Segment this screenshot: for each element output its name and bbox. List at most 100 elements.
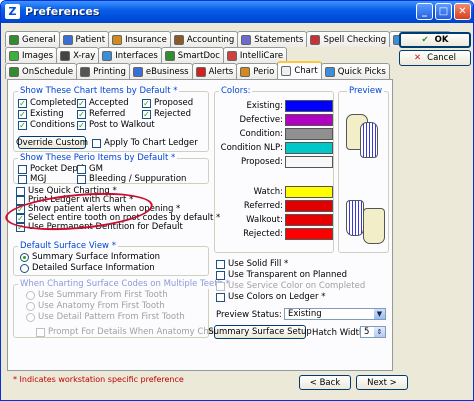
chart-item-conditions-checkbox[interactable]: ✓ Conditions	[18, 120, 75, 130]
tab-label: Perio	[253, 66, 275, 77]
checkmark-icon: ✔	[421, 35, 429, 45]
minimize-button[interactable]: _	[416, 3, 433, 20]
hatch-width-label: Hatch Width:	[312, 328, 368, 338]
tab-insurance[interactable]: Insurance	[108, 31, 171, 47]
setting-use-service-color-on-completed-checkbox[interactable]: Use Service Color on Completed	[216, 281, 365, 291]
color-swatch-existing[interactable]	[285, 100, 333, 112]
color-label-rejected: Rejected:	[243, 229, 283, 239]
checkbox-box[interactable]: ✓	[77, 120, 86, 130]
tab-general[interactable]: General	[5, 31, 60, 47]
checkbox-box[interactable]: ✓	[77, 109, 86, 119]
tab-label: Printing	[93, 66, 126, 77]
close-button[interactable]: ✕	[454, 3, 471, 20]
chevron-down-icon[interactable]: ▼	[374, 309, 385, 319]
footnote: * Indicates workstation specific prefere…	[13, 375, 184, 384]
color-swatch-walkout[interactable]	[285, 214, 333, 226]
summary-surface-setup-button[interactable]: Summary Surface Setup	[208, 325, 312, 339]
tab-images[interactable]: Images	[5, 47, 58, 63]
checkbox-box[interactable]	[18, 174, 27, 184]
radio-button[interactable]	[20, 252, 29, 262]
chart-item-existing-checkbox[interactable]: ✓ Existing	[18, 109, 64, 119]
multi-use-anatomy-from-first-tooth-radio[interactable]: Use Anatomy From First Tooth	[26, 301, 165, 311]
checkbox-box[interactable]	[216, 259, 225, 269]
tab-perio[interactable]: Perio	[236, 63, 279, 79]
checkbox-box[interactable]	[77, 174, 86, 184]
tab-quick-picks[interactable]: Quick Picks	[320, 63, 390, 79]
color-label-defective: Defective:	[239, 115, 284, 125]
setting-use-colors-on-ledger-label: Use Colors on Ledger *	[228, 292, 326, 302]
prompt-details-checkbox[interactable]: Prompt For Details When Anatomy Changes	[36, 327, 234, 337]
surface-view-detailed-surface-information-radio[interactable]: Detailed Surface Information	[20, 263, 155, 273]
title-bar[interactable]: Z Preferences _ □ ✕	[1, 1, 473, 23]
perio-bleeding-suppuration-checkbox[interactable]: Bleeding / Suppuration	[77, 174, 186, 184]
radio-button[interactable]	[20, 263, 29, 273]
tab-printing[interactable]: Printing	[76, 63, 130, 79]
chart-item-post-to-walkout-checkbox[interactable]: ✓ Post to Walkout	[77, 120, 155, 130]
preview-status-dropdown[interactable]: Existing ▼	[284, 308, 386, 320]
tab-statements[interactable]: Statements	[237, 31, 308, 47]
radio-button[interactable]	[26, 301, 35, 311]
tab-smartdoc[interactable]: SmartDoc	[160, 47, 224, 63]
tab-onschedule[interactable]: OnSchedule	[5, 63, 78, 79]
tab-x-ray[interactable]: X-ray	[56, 47, 100, 63]
cancel-button[interactable]: ✕ Cancel	[399, 50, 471, 66]
checkbox-box[interactable]	[216, 281, 225, 291]
chart-item-rejected-checkbox[interactable]: ✓ Rejected	[142, 109, 191, 119]
surface-view-summary-surface-information-radio[interactable]: Summary Surface Information	[20, 252, 160, 262]
checkbox-box[interactable]	[216, 270, 225, 280]
color-swatch-defective[interactable]	[285, 114, 333, 126]
radio-button[interactable]	[26, 290, 35, 300]
tab-chart[interactable]: Chart	[277, 61, 322, 79]
checkbox-box[interactable]	[216, 292, 225, 302]
checkbox-box[interactable]	[77, 164, 86, 174]
ok-button[interactable]: ✔ OK	[399, 32, 471, 48]
checkbox-box[interactable]	[36, 327, 45, 337]
checkbox-box[interactable]: ✓	[18, 98, 27, 108]
perio-items-title: Show These Perio Items by Default *	[18, 153, 178, 163]
color-swatch-proposed[interactable]	[285, 156, 333, 168]
override-custom-button[interactable]: Override Custom	[16, 136, 88, 149]
tab-ebusiness[interactable]: eBusiness	[128, 63, 193, 79]
color-swatch-referred[interactable]	[285, 200, 333, 212]
chart-item-referred-checkbox[interactable]: ✓ Referred	[77, 109, 125, 119]
tab-accounting[interactable]: Accounting	[169, 31, 239, 47]
checkbox-box[interactable]: ✓	[18, 109, 27, 119]
tab-spell-checking[interactable]: Spell Checking	[306, 31, 391, 47]
color-swatch-rejected[interactable]	[285, 228, 333, 240]
setting-use-colors-on-ledger-checkbox[interactable]: Use Colors on Ledger *	[216, 292, 325, 302]
maximize-button[interactable]: □	[435, 3, 452, 20]
tab-label: Quick Picks	[337, 66, 386, 77]
checkbox-box[interactable]	[92, 138, 101, 148]
chart-item-completed-checkbox[interactable]: ✓ Completed	[18, 98, 76, 108]
hatch-width-stepper[interactable]: 5 ⇕	[360, 326, 386, 338]
multi-use-detail-pattern-from-first-tooth-radio[interactable]: Use Detail Pattern From First Tooth	[26, 312, 185, 322]
checkbox-box[interactable]: ✓	[18, 120, 27, 130]
perio-mgj-checkbox[interactable]: MGJ	[18, 174, 46, 184]
setting-use-transparent-on-planned-checkbox[interactable]: Use Transparent on Planned	[216, 270, 347, 280]
interfaces-icon	[102, 50, 113, 61]
color-swatch-watch[interactable]	[285, 186, 333, 198]
tab-alerts[interactable]: Alerts	[191, 63, 238, 79]
next-button[interactable]: Next >	[356, 375, 408, 390]
checkbox-box[interactable]: ✓	[142, 98, 151, 108]
apply-to-chart-ledger-checkbox[interactable]: Apply To Chart Ledger	[92, 138, 198, 148]
patient-icon	[62, 34, 73, 45]
radio-button[interactable]	[26, 312, 35, 322]
tooth-preview-lower-right	[363, 208, 385, 244]
checkbox-box[interactable]: ✓	[142, 109, 151, 119]
checkbox-box[interactable]	[18, 164, 27, 174]
tab-interfaces[interactable]: Interfaces	[98, 47, 162, 63]
chart-item-accepted-checkbox[interactable]: ✓ Accepted	[77, 98, 129, 108]
preview-status-label: Preview Status:	[216, 310, 282, 320]
back-button[interactable]: < Back	[299, 375, 351, 390]
setting-use-solid-fill-checkbox[interactable]: Use Solid Fill *	[216, 259, 288, 269]
checkbox-box[interactable]: ✓	[77, 98, 86, 108]
multi-use-summary-from-first-tooth-radio[interactable]: Use Summary From First Tooth	[26, 290, 168, 300]
chart-item-proposed-checkbox[interactable]: ✓ Proposed	[142, 98, 193, 108]
perio-gm-checkbox[interactable]: GM	[77, 164, 103, 174]
surface-view-group: Default Surface View * Summary Surface I…	[13, 241, 209, 276]
color-swatch-condition-nlp[interactable]	[285, 142, 333, 154]
color-swatch-condition[interactable]	[285, 128, 333, 140]
tab-patient[interactable]: Patient	[58, 31, 110, 47]
stepper-arrows-icon[interactable]: ⇕	[374, 327, 385, 337]
